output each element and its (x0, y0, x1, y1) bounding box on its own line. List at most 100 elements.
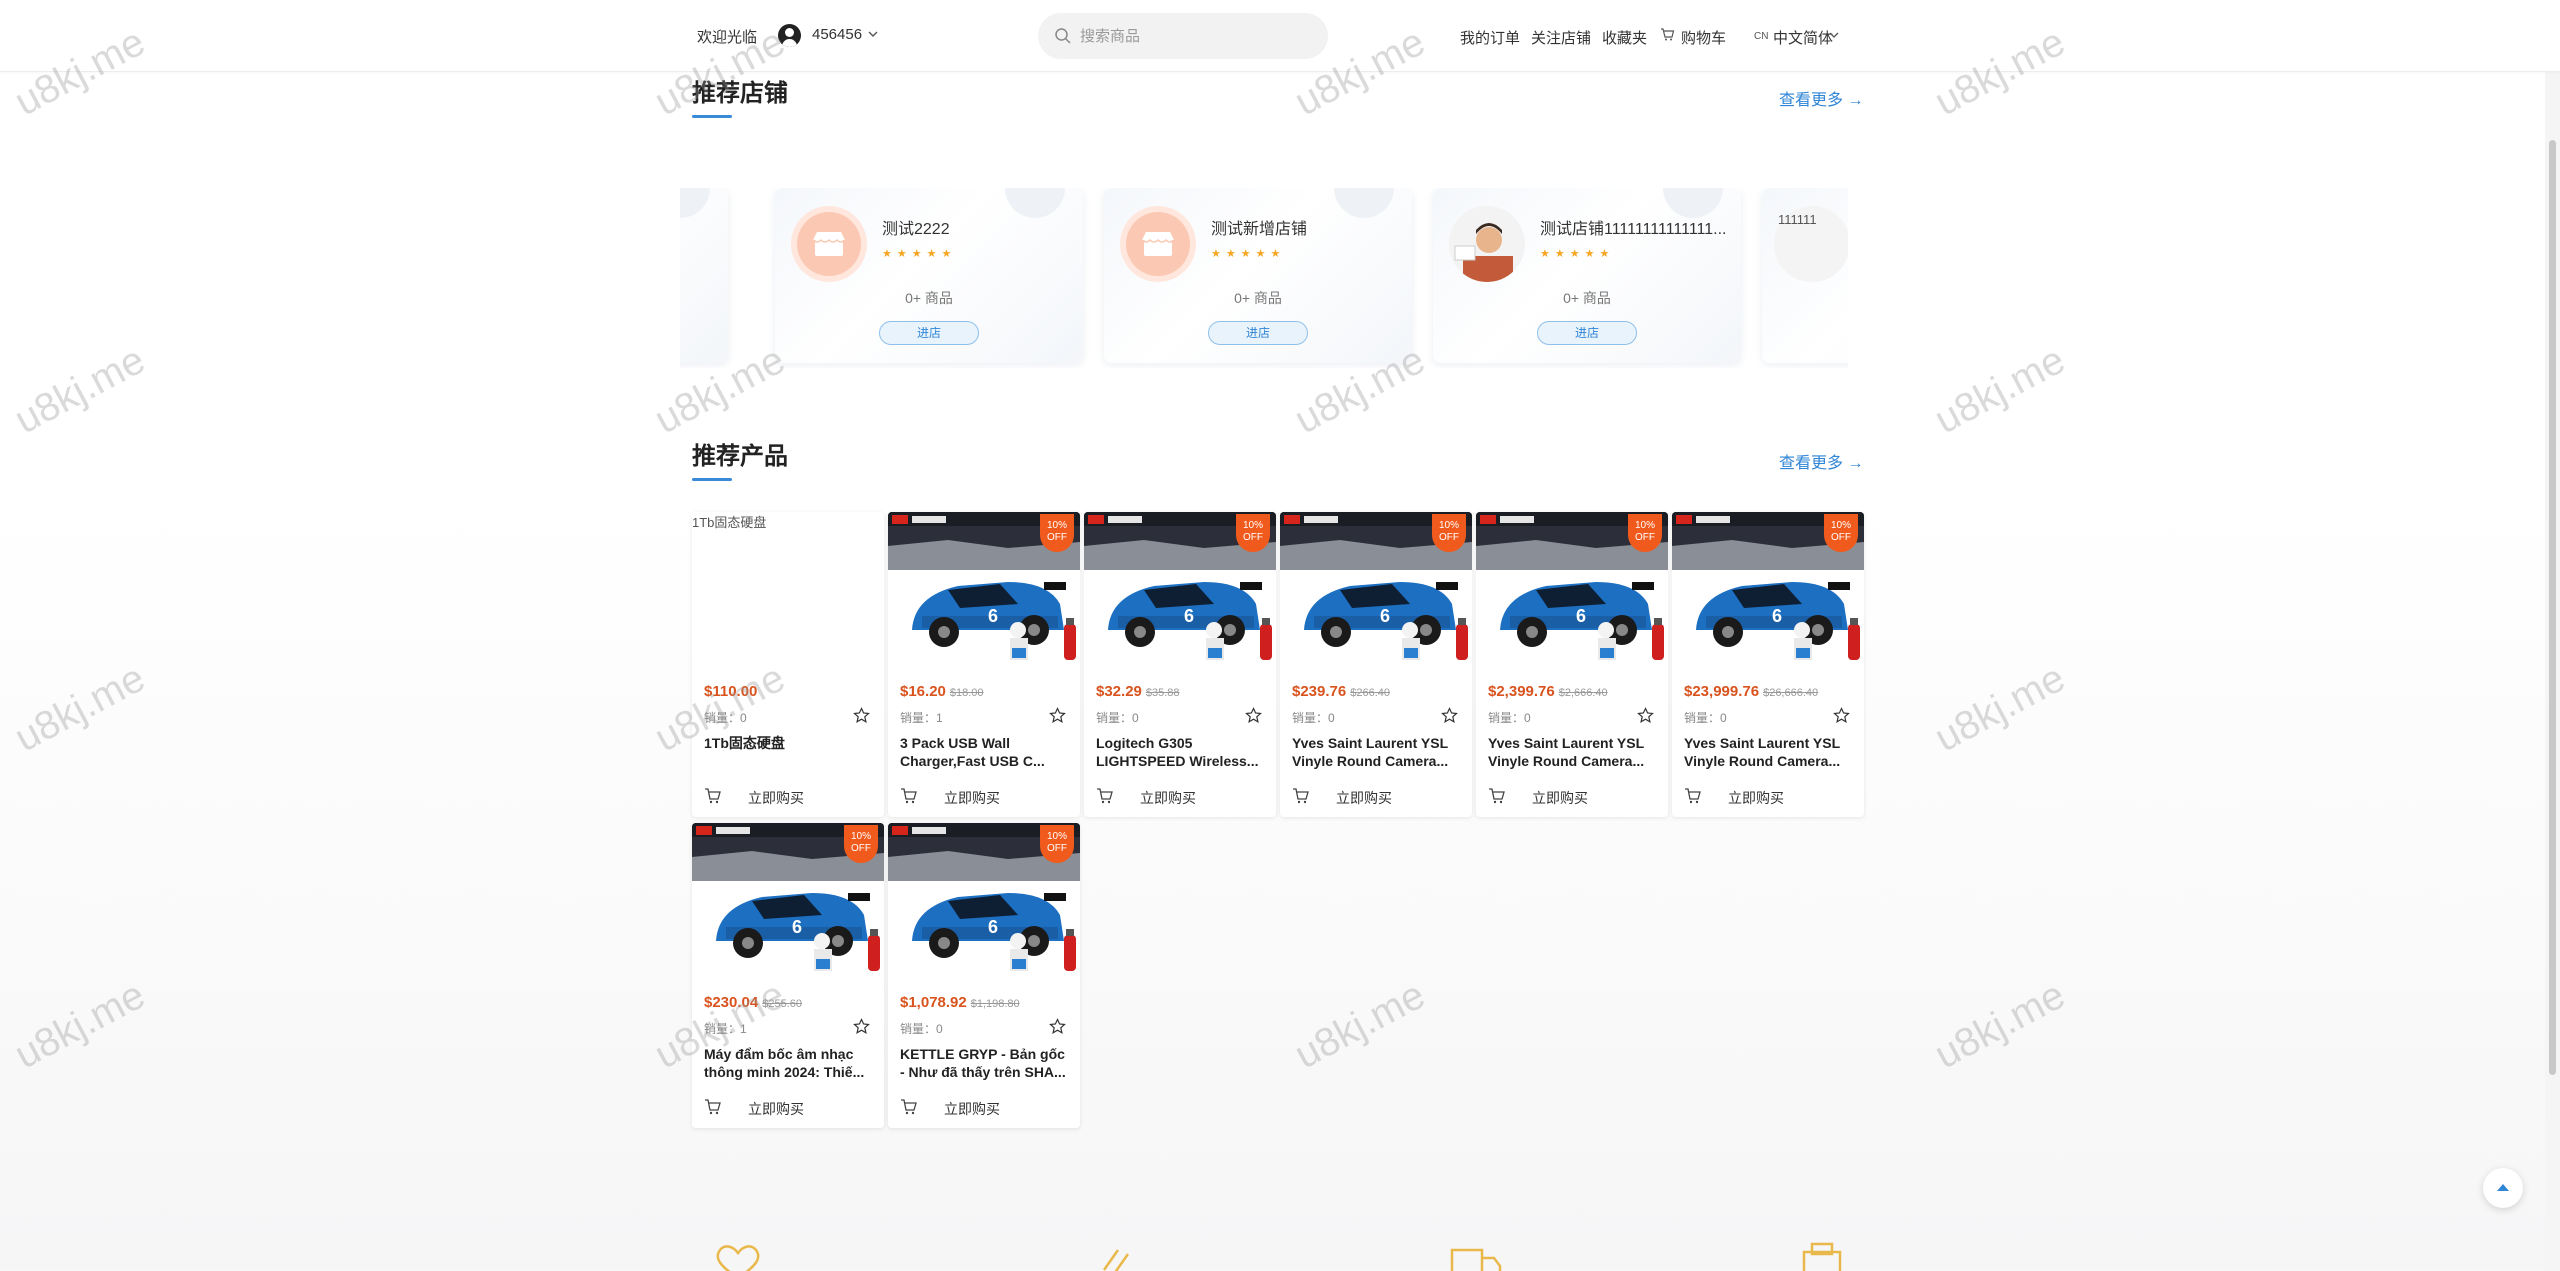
product-card[interactable]: 6 10% OFF $16.20 $18.00 销量：1 3 Pack USB W… (888, 512, 1080, 817)
watermark-text: u8kj.me (7, 655, 152, 761)
shop-name[interactable]: 测试2222 (882, 215, 1072, 239)
product-price: $230.04 $255.60 (704, 994, 802, 1011)
product-name[interactable]: Yves Saint Laurent YSL Vinyle Round Came… (1684, 734, 1854, 770)
favorite-star-icon[interactable] (1245, 707, 1262, 724)
original-price: $26,666.40 (1763, 687, 1819, 699)
favorite-star-icon[interactable] (1049, 707, 1066, 724)
cart-icon[interactable] (1096, 787, 1114, 805)
buy-now-button[interactable]: 立即购买 (748, 1099, 804, 1119)
watermark-text: u8kj.me (1927, 972, 2072, 1078)
product-card[interactable]: 6 10% OFF $2,399.76 $2,666.40 销量：0 Yves S… (1476, 512, 1668, 817)
buy-now-button[interactable]: 立即购买 (1728, 788, 1784, 808)
product-name[interactable]: Logitech G305 LIGHTSPEED Wireless... (1096, 734, 1266, 770)
shop-name[interactable]: 测试店铺11111111111111... (1540, 215, 1730, 239)
product-card[interactable]: 6 10% OFF $23,999.76 $26,666.40 销量：0 Yves… (1672, 512, 1864, 817)
back-to-top-button[interactable] (2483, 1168, 2523, 1208)
discount-badge: 10% OFF (844, 825, 878, 863)
shop-card[interactable]: 测试新增店铺 ★★★★★ 0+ 商品 进店 (1104, 188, 1412, 363)
language-selector[interactable]: 中文简体 (1773, 27, 1833, 48)
shop-card[interactable]: 测试2222 ★★★★★ 0+ 商品 进店 (775, 188, 1083, 363)
cart-icon[interactable] (704, 787, 722, 805)
product-price: $110.00 (704, 683, 757, 700)
user-avatar-icon[interactable] (778, 24, 801, 47)
chevron-down-icon[interactable] (866, 27, 880, 41)
search-input[interactable] (1080, 13, 1310, 59)
sale-price: $16.20 (900, 683, 946, 700)
enter-shop-button[interactable]: 进店 (879, 321, 979, 345)
shop-logo (1120, 206, 1196, 282)
cart-icon[interactable] (1292, 787, 1310, 805)
shop-product-count: 0+ 商品 (905, 290, 953, 306)
product-card[interactable]: 6 10% OFF $1,078.92 $1,198.80 销量：0 KETTLE… (888, 823, 1080, 1128)
search-box[interactable] (1038, 13, 1328, 59)
search-icon[interactable] (1054, 27, 1072, 45)
product-card[interactable]: 6 10% OFF $230.04 $255.60 销量：1 Máy đẩm bố… (692, 823, 884, 1128)
favorite-star-icon[interactable] (1833, 707, 1850, 724)
product-card[interactable]: 6 10% OFF $32.29 $35.88 销量：0 Logitech G30… (1084, 512, 1276, 817)
store-icon (1141, 232, 1175, 256)
shop-card-partial-right[interactable]: 111111 (1762, 188, 1848, 363)
buy-now-button[interactable]: 立即购买 (1140, 788, 1196, 808)
sale-price: $239.76 (1292, 683, 1347, 700)
buy-now-button[interactable]: 立即购买 (944, 1099, 1000, 1119)
svg-text:6: 6 (1772, 606, 1782, 626)
discount-badge: 10% OFF (1040, 514, 1074, 552)
cart-icon[interactable] (1488, 787, 1506, 805)
discount-badge: 10% OFF (1236, 514, 1270, 552)
buy-now-button[interactable]: 立即购买 (1532, 788, 1588, 808)
favorite-star-icon[interactable] (1441, 707, 1458, 724)
favorite-star-icon[interactable] (1637, 707, 1654, 724)
favorite-star-icon[interactable] (853, 1018, 870, 1035)
product-name[interactable]: Yves Saint Laurent YSL Vinyle Round Came… (1488, 734, 1658, 770)
cart-icon[interactable] (1660, 27, 1675, 42)
shop-card-partial-left[interactable] (680, 188, 728, 363)
shops-see-more-link[interactable]: 查看更多 → (1779, 86, 1863, 110)
nav-followed-shops[interactable]: 关注店铺 (1531, 27, 1591, 48)
buy-now-button[interactable]: 立即购买 (748, 788, 804, 808)
nav-favorites[interactable]: 收藏夹 (1602, 27, 1647, 48)
cart-icon[interactable] (900, 1098, 918, 1116)
svg-text:6: 6 (1380, 606, 1390, 626)
product-image[interactable]: 1Tb固态硬盘 (692, 512, 884, 677)
product-card[interactable]: 6 10% OFF $239.76 $266.40 销量：0 Yves Saint… (1280, 512, 1472, 817)
svg-text:6: 6 (792, 917, 802, 937)
cart-icon[interactable] (1684, 787, 1702, 805)
cart-icon[interactable] (900, 787, 918, 805)
watermark-text: u8kj.me (1927, 655, 2072, 761)
chevron-down-icon[interactable] (1828, 29, 1840, 41)
products-see-more-link[interactable]: 查看更多 → (1779, 449, 1863, 473)
enter-shop-button[interactable]: 进店 (1537, 321, 1637, 345)
product-name[interactable]: Máy đẩm bốc âm nhạc thông minh 2024: Thi… (704, 1045, 874, 1081)
language-flag[interactable]: CN (1754, 31, 1768, 42)
buy-now-button[interactable]: 立即购买 (944, 788, 1000, 808)
discount-badge: 10% OFF (1040, 825, 1074, 863)
broken-image-alt: 111111 (1778, 212, 1817, 227)
product-price: $23,999.76 $26,666.40 (1684, 683, 1818, 700)
product-name[interactable]: KETTLE GRYP - Bản gốc - Như đã thấy trên… (900, 1045, 1070, 1081)
shops-carousel[interactable]: 测试2222 ★★★★★ 0+ 商品 进店 测试新增店铺 ★★★★★ 0+ 商品… (680, 188, 1848, 368)
top-header: 欢迎光临 456456 我的订单 关注店铺 收藏夹 购物车 CN 中文简体 (0, 0, 2560, 72)
nav-cart[interactable]: 购物车 (1681, 27, 1726, 48)
product-price: $32.29 $35.88 (1096, 683, 1180, 700)
sale-price: $110.00 (704, 683, 758, 700)
scrollbar-thumb[interactable] (2549, 140, 2556, 1075)
product-name[interactable]: 3 Pack USB Wall Charger,Fast USB C... (900, 734, 1070, 770)
cart-icon[interactable] (704, 1098, 722, 1116)
nav-my-orders[interactable]: 我的订单 (1460, 27, 1520, 48)
username[interactable]: 456456 (812, 26, 862, 43)
product-card[interactable]: 1Tb固态硬盘 $110.00 销量：0 1Tb固态硬盘 立即购买 (692, 512, 884, 817)
person-avatar-icon (1449, 206, 1525, 282)
shop-logo (791, 206, 867, 282)
buy-now-button[interactable]: 立即购买 (1336, 788, 1392, 808)
enter-shop-button[interactable]: 进店 (1208, 321, 1308, 345)
favorite-star-icon[interactable] (1049, 1018, 1066, 1035)
product-name[interactable]: Yves Saint Laurent YSL Vinyle Round Came… (1292, 734, 1462, 770)
sale-price: $1,078.92 (900, 994, 967, 1011)
shop-rating-stars: ★★★★★ (882, 248, 957, 260)
shop-name[interactable]: 测试新增店铺 (1211, 215, 1401, 239)
product-name[interactable]: 1Tb固态硬盘 (704, 734, 874, 752)
shop-card[interactable]: 测试店铺11111111111111... ★★★★★ 0+ 商品 进店 (1433, 188, 1741, 363)
favorite-star-icon[interactable] (853, 707, 870, 724)
svg-text:6: 6 (988, 606, 998, 626)
discount-badge: 10% OFF (1824, 514, 1858, 552)
